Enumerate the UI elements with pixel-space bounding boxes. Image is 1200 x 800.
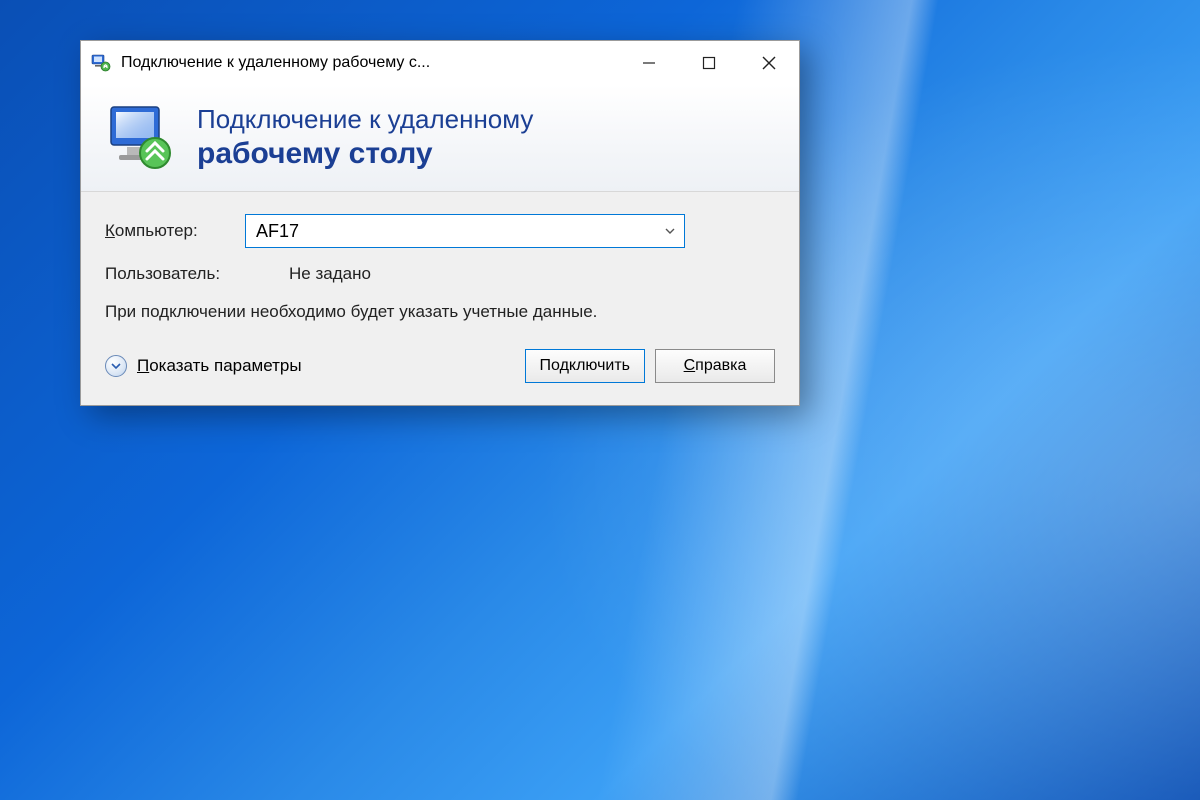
- banner-line1: Подключение к удаленному: [197, 104, 533, 135]
- user-label: Пользователь:: [105, 264, 265, 284]
- help-button[interactable]: Справка: [655, 349, 775, 383]
- close-button[interactable]: [739, 41, 799, 85]
- minimize-button[interactable]: [619, 41, 679, 85]
- rdp-dialog-window: Подключение к удаленному рабочему с...: [80, 40, 800, 406]
- banner-line2: рабочему столу: [197, 137, 533, 171]
- show-options-toggle[interactable]: Показать параметры: [105, 355, 302, 377]
- credentials-info-text: При подключении необходимо будет указать…: [105, 300, 775, 325]
- computer-row: Компьютер:: [105, 214, 775, 248]
- computer-input[interactable]: [246, 217, 656, 246]
- dialog-footer: Показать параметры Подключить Справка: [105, 349, 775, 387]
- computer-label: Компьютер:: [105, 221, 245, 241]
- desktop-background: Подключение к удаленному рабочему с...: [0, 0, 1200, 800]
- dialog-body: Компьютер: Пользователь: Не задано При п…: [81, 192, 799, 405]
- chevron-down-icon[interactable]: [656, 225, 684, 237]
- window-controls: [619, 41, 799, 85]
- show-options-label: Показать параметры: [137, 356, 302, 376]
- titlebar[interactable]: Подключение к удаленному рабочему с...: [81, 41, 799, 85]
- window-title: Подключение к удаленному рабочему с...: [121, 54, 430, 72]
- banner-text: Подключение к удаленному рабочему столу: [197, 104, 533, 171]
- user-row: Пользователь: Не задано: [105, 264, 775, 284]
- rdp-banner-icon: [105, 101, 177, 173]
- maximize-button[interactable]: [679, 41, 739, 85]
- app-icon: [91, 53, 111, 73]
- connect-button[interactable]: Подключить: [525, 349, 645, 383]
- computer-combobox[interactable]: [245, 214, 685, 248]
- expand-chevron-icon: [105, 355, 127, 377]
- user-value: Не задано: [289, 264, 371, 284]
- header-banner: Подключение к удаленному рабочему столу: [81, 85, 799, 192]
